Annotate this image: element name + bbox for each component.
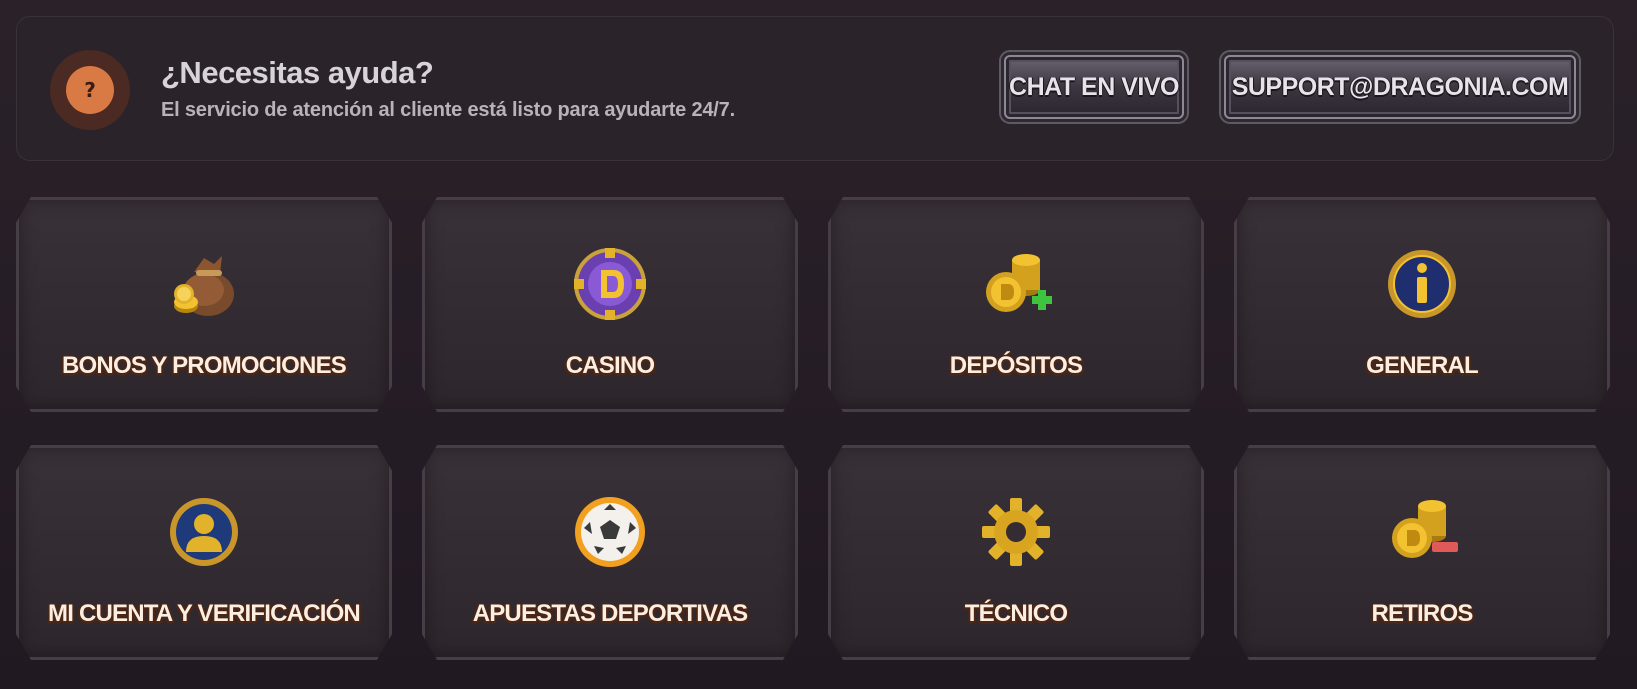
help-title: ¿Necesitas ayuda? <box>161 55 434 90</box>
category-card-deposits[interactable]: DEPÓSITOS <box>828 197 1204 412</box>
category-label: RETIROS <box>1371 600 1473 627</box>
soccer-ball-icon <box>575 497 645 567</box>
category-label: GENERAL <box>1366 352 1479 379</box>
category-label: MI CUENTA Y VERIFICACIÓN <box>48 600 361 627</box>
money-bag-icon <box>174 256 234 316</box>
category-card-withdrawals[interactable]: RETIROS <box>1234 445 1610 660</box>
coins-minus-icon <box>1392 500 1458 558</box>
category-label: DEPÓSITOS <box>949 352 1083 379</box>
question-icon: ? <box>66 66 114 114</box>
support-email-button[interactable]: SUPPORT@DRAGONIA.COM <box>1224 55 1576 119</box>
category-label: APUESTAS DEPORTIVAS <box>472 600 748 627</box>
category-label: BONOS Y PROMOCIONES <box>62 352 347 379</box>
category-card-general[interactable]: GENERAL <box>1234 197 1610 412</box>
gear-icon <box>982 498 1050 566</box>
category-card-casino[interactable]: CASINO <box>422 197 798 412</box>
category-card-technical[interactable]: TÉCNICO <box>828 445 1204 660</box>
category-label: CASINO <box>565 352 655 379</box>
category-label: TÉCNICO <box>964 600 1068 627</box>
category-card-account[interactable]: MI CUENTA Y VERIFICACIÓN <box>16 445 392 660</box>
category-card-bonuses[interactable]: BONOS Y PROMOCIONES <box>16 197 392 412</box>
coins-plus-icon <box>986 254 1052 312</box>
user-account-icon <box>170 498 238 566</box>
help-banner: ? ¿Necesitas ayuda? El servicio de atenc… <box>16 16 1614 161</box>
category-card-sports-betting[interactable]: APUESTAS DEPORTIVAS <box>422 445 798 660</box>
help-subtitle: El servicio de atención al cliente está … <box>161 99 735 121</box>
casino-chip-icon <box>574 248 646 320</box>
help-icon-badge: ? <box>50 50 130 130</box>
info-icon <box>1388 250 1456 318</box>
live-chat-button[interactable]: CHAT EN VIVO <box>1004 55 1184 119</box>
